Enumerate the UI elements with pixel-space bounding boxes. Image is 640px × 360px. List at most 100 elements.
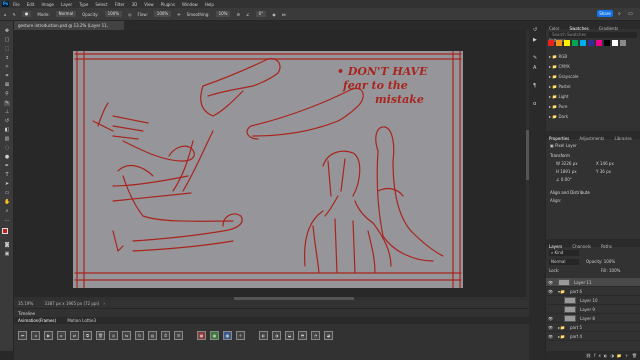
tool-icon-a[interactable]: ◐: [259, 331, 268, 340]
menu-edit[interactable]: Edit: [27, 2, 35, 7]
frame-thumb-icon[interactable]: ▤: [148, 331, 157, 340]
layer-row[interactable]: 👁 ▸📁 part 4: [546, 332, 640, 341]
layers-footer-icons[interactable]: ⛓fx◐◑📁＋🗑: [546, 351, 640, 360]
search-icon[interactable]: ⌕: [618, 11, 621, 17]
swatch-orange[interactable]: [556, 40, 562, 46]
paragraph-icon[interactable]: ¶: [533, 83, 536, 89]
path-selection-tool-icon[interactable]: ➤: [4, 182, 10, 187]
foreground-color-swatch[interactable]: [2, 228, 8, 234]
opacity-input[interactable]: 100%: [104, 11, 123, 17]
y-field[interactable]: Y 36 px: [596, 169, 611, 174]
dodge-tool-icon[interactable]: ●: [4, 155, 10, 160]
marquee-tool-icon[interactable]: ⬚: [4, 47, 10, 52]
actions-icon[interactable]: ▶: [533, 37, 537, 43]
gradient-tool-icon[interactable]: ▥: [4, 137, 10, 142]
blur-tool-icon[interactable]: ◌: [4, 146, 10, 151]
eye-icon[interactable]: 👁: [548, 332, 553, 341]
swatch-folder-grayscale[interactable]: ▸ 📁 Grayscale: [549, 72, 637, 82]
zoom-level[interactable]: 35.19%: [18, 301, 33, 306]
chevron-right-icon[interactable]: ›: [103, 301, 105, 306]
play-icon[interactable]: ▶: [44, 331, 53, 340]
search-swatches-input[interactable]: Search Swatches: [549, 32, 637, 38]
flow-input[interactable]: 100%: [153, 11, 172, 17]
layer-row[interactable]: 👁 Layer 8: [546, 314, 640, 323]
screen-mode-icon[interactable]: ▣: [4, 252, 10, 257]
history-brush-tool-icon[interactable]: ↺: [4, 119, 10, 124]
tab-motion[interactable]: Motion Lottie3: [67, 318, 96, 323]
swatch-folder-light[interactable]: ▸ 📁 Light: [549, 92, 637, 102]
tab-libraries[interactable]: Libraries: [614, 135, 631, 143]
brush-size-dropdown[interactable]: ●: [21, 11, 32, 17]
loop-options-icon[interactable]: ↻: [135, 331, 144, 340]
frame-add-icon[interactable]: ＋: [236, 331, 245, 340]
character-icon[interactable]: A: [533, 65, 536, 71]
tab-animation-frames[interactable]: Animation(Frames): [18, 318, 56, 323]
tool-icon-c[interactable]: ◒: [285, 331, 294, 340]
menu-window[interactable]: Window: [182, 2, 198, 7]
frame-delay-icon[interactable]: ⏱: [161, 331, 170, 340]
drawing-canvas[interactable]: • DON'T HAVE fear to the mistake: [73, 51, 463, 288]
swatch-yellow[interactable]: [564, 40, 570, 46]
swatch-blue[interactable]: [588, 40, 594, 46]
artboard-tool-icon[interactable]: ▢: [4, 38, 10, 43]
swatch-white[interactable]: [612, 40, 618, 46]
tween-icon[interactable]: ⇄: [70, 331, 79, 340]
swatch-green[interactable]: [572, 40, 578, 46]
document-info[interactable]: 3387 px x 1965 px (72 ppi): [45, 301, 100, 306]
layer-filter-kind[interactable]: ⌕ Kind: [549, 250, 579, 256]
menu-type[interactable]: Type: [79, 2, 88, 7]
quick-mask-icon[interactable]: ◙: [4, 243, 10, 248]
eraser-tool-icon[interactable]: ◧: [4, 128, 10, 133]
menu-plugins[interactable]: Plugins: [161, 2, 175, 7]
angle-input[interactable]: 0°: [255, 11, 267, 17]
tab-adjustments[interactable]: Adjustments: [579, 135, 604, 143]
first-frame-icon[interactable]: ⏮: [18, 331, 27, 340]
document-tab[interactable]: gesture introduction.psd @ 13.2% (Layer …: [14, 21, 124, 37]
frame-green-icon[interactable]: ▣: [210, 331, 219, 340]
convert-timeline-icon[interactable]: ⇆: [122, 331, 131, 340]
hand-tool-icon[interactable]: ✋: [4, 200, 10, 205]
height-field[interactable]: H 1891 px: [556, 169, 577, 174]
pressure-size-icon[interactable]: ◉: [272, 12, 276, 17]
menu-help[interactable]: Help: [205, 2, 214, 7]
symmetry-icon[interactable]: ⋈: [282, 12, 286, 17]
eye-icon[interactable]: 👁: [548, 323, 553, 332]
layer-fill[interactable]: Fill: 100%: [601, 268, 620, 273]
menu-filter[interactable]: Filter: [115, 2, 125, 7]
pen-tool-icon[interactable]: ✒: [4, 164, 10, 169]
next-frame-icon[interactable]: ▸: [57, 331, 66, 340]
eye-icon[interactable]: 👁: [548, 278, 553, 287]
swatch-folder-pastel[interactable]: ▸ 📁 Pastel: [549, 82, 637, 92]
eyedropper-tool-icon[interactable]: ⚲: [4, 92, 10, 97]
zoom-tool-icon[interactable]: ⌕: [4, 209, 10, 214]
tool-icon-d[interactable]: ◓: [298, 331, 307, 340]
frame-tool-icon[interactable]: ⊠: [4, 83, 10, 88]
history-icon[interactable]: ↺: [533, 27, 537, 33]
layer-row[interactable]: 👁 ▾📁 part 6: [546, 287, 640, 296]
menu-3d[interactable]: 3D: [132, 2, 138, 7]
brush-settings-icon[interactable]: ✎: [533, 55, 537, 61]
tool-icon-b[interactable]: ◑: [272, 331, 281, 340]
home-icon[interactable]: ⌂: [4, 12, 7, 17]
menu-layer[interactable]: Layer: [61, 2, 72, 7]
layer-row[interactable]: Layer 10: [546, 296, 640, 305]
swatch-magenta[interactable]: [596, 40, 602, 46]
menu-image[interactable]: Image: [41, 2, 54, 7]
layer-opacity[interactable]: Opacity: 100%: [586, 259, 615, 264]
width-field[interactable]: W 3226 px: [556, 161, 578, 166]
smoothing-settings-icon[interactable]: ⚙: [236, 12, 240, 17]
delete-frame-icon[interactable]: 🗑: [96, 331, 105, 340]
swatch-folder-cmyk[interactable]: ▸ 📁 CMYK: [549, 62, 637, 72]
layer-row[interactable]: 👁 Layer 11: [546, 278, 640, 287]
menu-view[interactable]: View: [144, 2, 154, 7]
crop-tool-icon[interactable]: ⌗: [4, 74, 10, 79]
menu-select[interactable]: Select: [95, 2, 107, 7]
magic-wand-tool-icon[interactable]: ✧: [4, 65, 10, 70]
eye-icon[interactable]: 👁: [548, 314, 553, 323]
mode-select[interactable]: Normal: [55, 11, 77, 17]
more-tools-icon[interactable]: …: [4, 218, 10, 223]
frame-blue-icon[interactable]: ▣: [223, 331, 232, 340]
tab-properties[interactable]: Properties: [549, 135, 569, 143]
pressure-opacity-icon[interactable]: ◎: [128, 12, 132, 17]
swatch-red[interactable]: [548, 40, 554, 46]
